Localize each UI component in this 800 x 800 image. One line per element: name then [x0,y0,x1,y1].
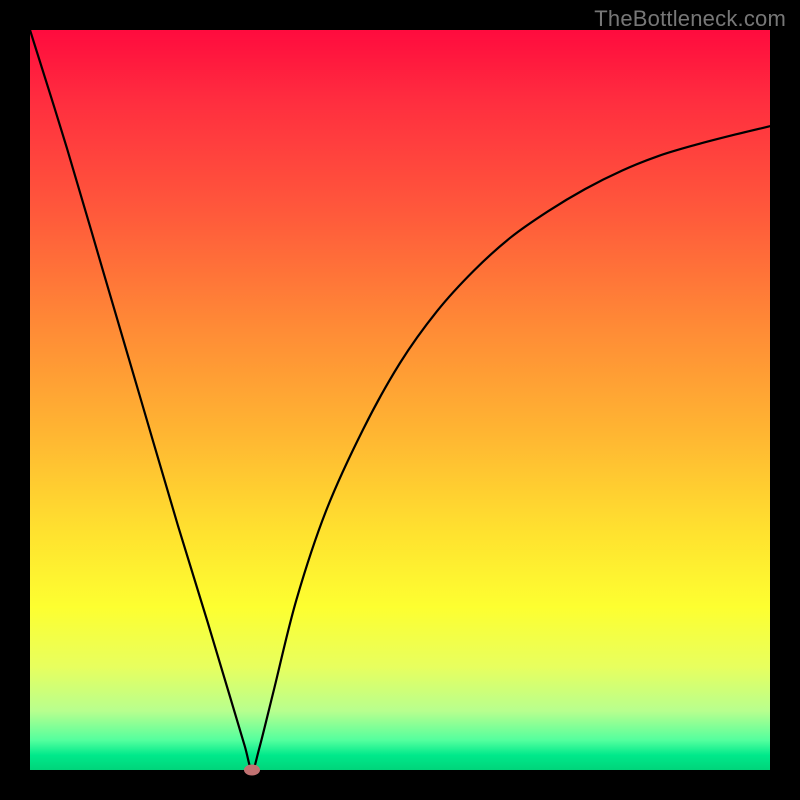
optimal-point-marker [244,765,260,776]
watermark-text: TheBottleneck.com [594,6,786,32]
chart-frame: TheBottleneck.com [0,0,800,800]
plot-area [30,30,770,770]
bottleneck-curve [30,30,770,770]
